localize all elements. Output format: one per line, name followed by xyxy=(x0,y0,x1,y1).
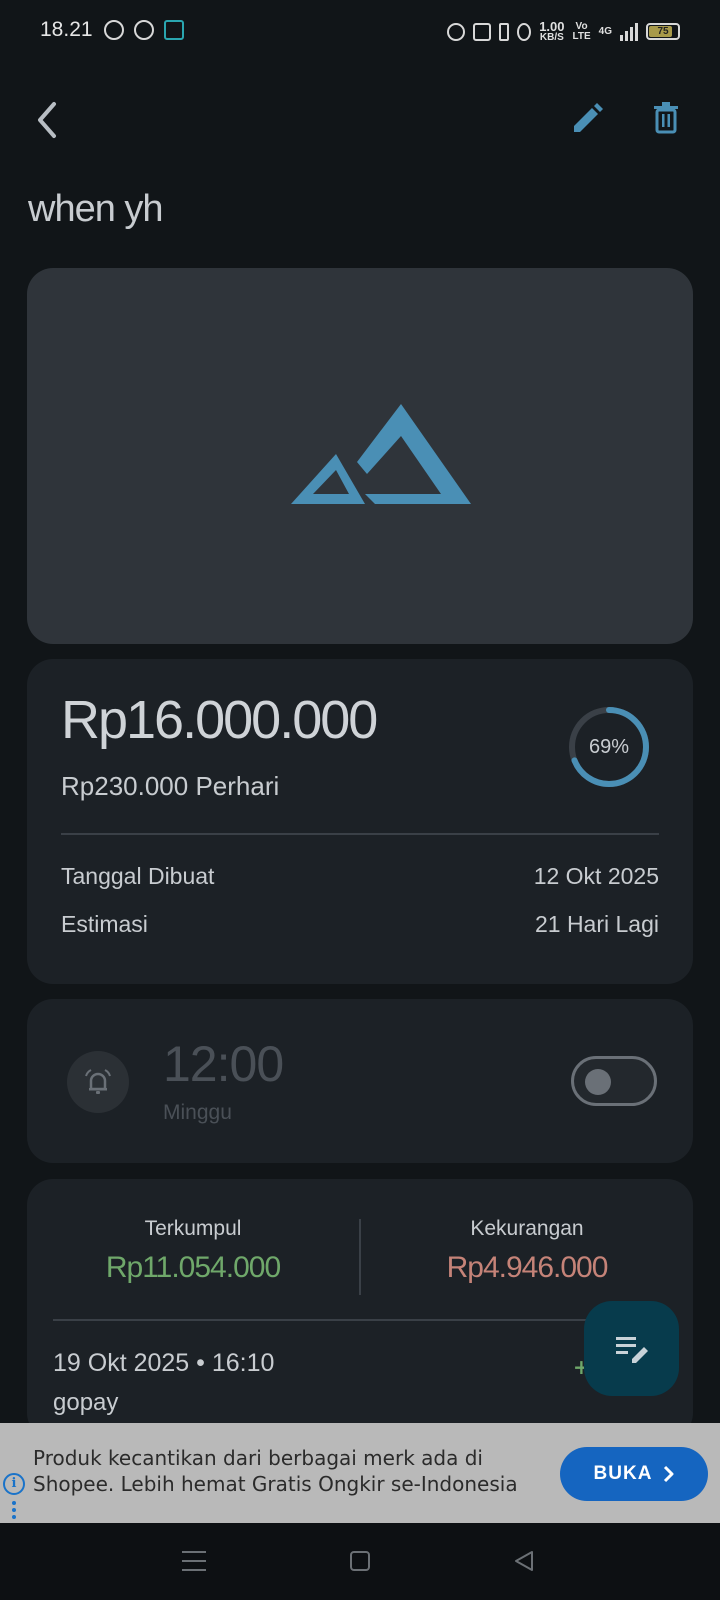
back-arrow-icon xyxy=(38,102,56,138)
bluetooth-status-icon xyxy=(499,22,510,41)
delete-button[interactable] xyxy=(642,92,690,140)
network-speed: 1.00 KB/S xyxy=(539,20,564,43)
goal-image[interactable] xyxy=(27,268,693,644)
created-date-value: 12 Okt 2025 xyxy=(533,863,659,889)
shortfall-column: Kekurangan Rp4.946.000 xyxy=(377,1217,677,1285)
pencil-icon xyxy=(574,103,603,132)
home-button[interactable] xyxy=(350,1551,370,1571)
progress-percent: 69% xyxy=(588,735,630,758)
daily-amount: Rp230.000 Perhari xyxy=(61,771,280,801)
transaction-note: gopay xyxy=(53,1389,119,1416)
shortfall-value: Rp4.946.000 xyxy=(446,1251,609,1284)
system-back-button[interactable] xyxy=(512,1549,536,1573)
system-nav-bar xyxy=(0,1523,720,1600)
mute-status-icon xyxy=(473,22,492,41)
alarm-status-icon xyxy=(447,22,466,41)
image-placeholder-icon xyxy=(291,404,471,504)
battery-level: 75 xyxy=(657,26,669,37)
goal-title: when yh xyxy=(28,188,164,230)
transactions-divider xyxy=(53,1319,667,1321)
alarm-bell-icon xyxy=(85,1069,111,1094)
ad-text: Produk kecantikan dari berbagai merk ada… xyxy=(33,1446,518,1496)
chat-notification-icon xyxy=(104,20,124,40)
reminder-toggle[interactable] xyxy=(571,1056,657,1106)
reminder-card[interactable]: 12:00 Minggu xyxy=(27,999,693,1163)
volte-indicator: Vo LTE xyxy=(572,20,591,42)
toggle-knob xyxy=(585,1069,611,1095)
status-time: 18.21 xyxy=(40,18,93,41)
add-transaction-fab[interactable] xyxy=(584,1301,679,1396)
location-status-icon xyxy=(517,22,532,41)
speed-unit: KB/S xyxy=(539,32,564,43)
collected-label: Terkumpul xyxy=(144,1217,242,1240)
battery-icon: 75 xyxy=(646,23,680,40)
summary-divider xyxy=(61,833,659,835)
target-amount: Rp16.000.000 xyxy=(61,690,378,750)
edit-button[interactable] xyxy=(562,92,610,140)
column-divider xyxy=(359,1219,361,1295)
status-icons: 1.00 KB/S Vo LTE 4G 75 xyxy=(447,20,680,43)
collected-value: Rp11.054.000 xyxy=(105,1251,281,1284)
recents-button[interactable] xyxy=(182,1551,206,1578)
ad-banner[interactable]: i Produk kecantikan dari berbagai merk a… xyxy=(0,1423,720,1523)
ad-open-button[interactable]: BUKA xyxy=(560,1447,708,1501)
notification-icons xyxy=(104,20,184,40)
trash-icon xyxy=(654,102,678,134)
estimate-label: Estimasi xyxy=(61,911,148,937)
estimate-value: 21 Hari Lagi xyxy=(534,911,659,937)
reminder-day: Minggu xyxy=(163,1101,232,1124)
app-notification-icon xyxy=(134,20,154,40)
collected-column: Terkumpul Rp11.054.000 xyxy=(43,1217,343,1285)
reminder-time: 12:00 xyxy=(163,1036,284,1092)
signal-icon xyxy=(620,22,638,41)
alarm-button[interactable] xyxy=(67,1051,129,1113)
shortfall-label: Kekurangan xyxy=(470,1217,584,1240)
ad-more-icon[interactable] xyxy=(12,1501,16,1522)
created-date-label: Tanggal Dibuat xyxy=(61,863,215,889)
ad-open-label: BUKA xyxy=(593,1463,653,1484)
game-notification-icon xyxy=(164,20,184,40)
volte-bottom: LTE xyxy=(572,30,591,42)
goal-summary-card: Rp16.000.000 Rp230.000 Perhari 69% Tangg… xyxy=(27,659,693,984)
ad-info-icon[interactable]: i xyxy=(3,1473,25,1495)
app-bar xyxy=(0,88,720,148)
transaction-datetime: 19 Okt 2025 • 16:10 xyxy=(53,1349,275,1377)
network-type: 4G xyxy=(598,25,612,37)
volte-top: Vo xyxy=(575,20,588,32)
status-bar: 18.21 1.00 KB/S Vo LTE 4G 75 xyxy=(0,0,720,64)
chevron-right-icon xyxy=(664,1465,674,1483)
back-button[interactable] xyxy=(24,92,72,144)
edit-note-icon xyxy=(615,1336,648,1363)
